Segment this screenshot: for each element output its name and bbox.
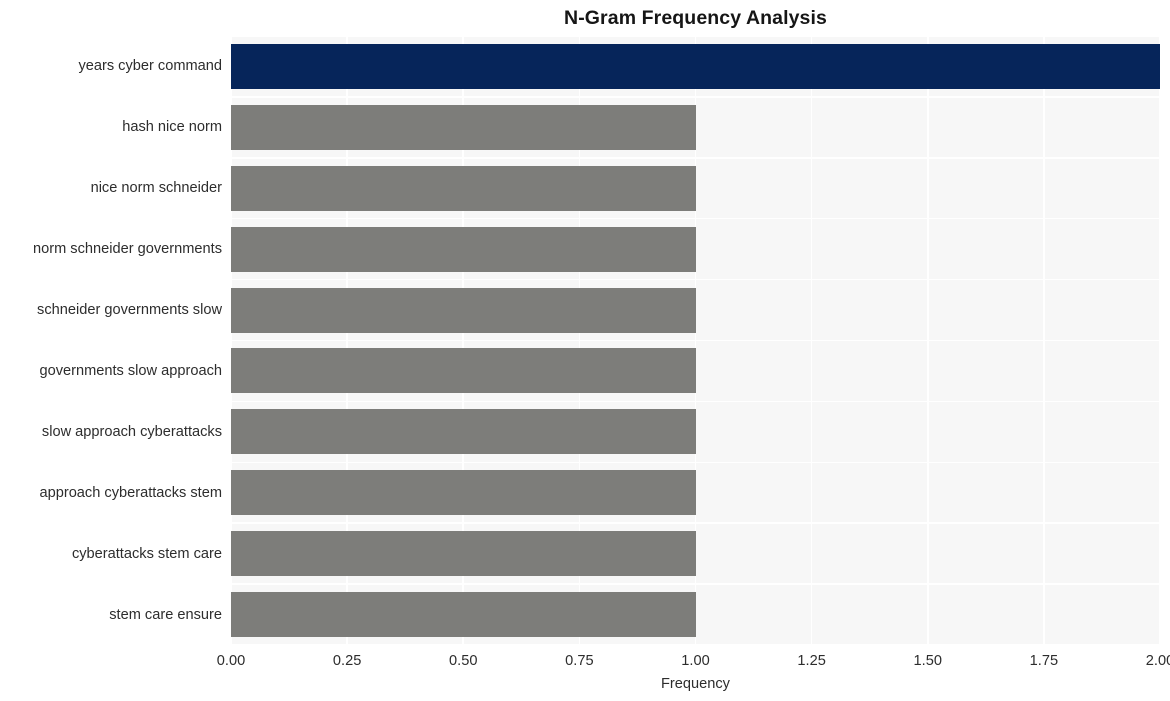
gridline-y-4 bbox=[231, 278, 1160, 281]
gridline-y-3 bbox=[231, 217, 1160, 220]
x-tick-label: 0.00 bbox=[216, 653, 246, 669]
y-tick-label: slow approach cyberattacks bbox=[41, 423, 222, 440]
bar bbox=[231, 348, 696, 394]
y-axis-tick-labels: years cyber command hash nice norm nice no… bbox=[0, 36, 222, 645]
gridline-y-0 bbox=[231, 36, 1160, 37]
gridline-y-1 bbox=[231, 96, 1160, 98]
bar bbox=[231, 409, 696, 455]
y-tick-label: cyberattacks stem care bbox=[71, 545, 222, 562]
x-tick-label: 1.25 bbox=[797, 653, 826, 669]
y-tick-label: governments slow approach bbox=[39, 362, 222, 379]
y-tick-label: approach cyberattacks stem bbox=[39, 484, 222, 501]
x-tick-label: 2.00 bbox=[1145, 653, 1170, 669]
x-axis-tick-labels: 0.00 0.25 0.50 0.75 1.00 1.25 1.50 1.75 2.00 bbox=[0, 652, 1170, 674]
gridline-y-10 bbox=[231, 644, 1160, 645]
gridline-y-8 bbox=[231, 522, 1160, 524]
y-tick-label: norm schneider governments bbox=[33, 241, 222, 258]
x-tick-label: 0.50 bbox=[449, 653, 478, 669]
x-tick-label: 1.00 bbox=[681, 653, 710, 669]
chart-figure: N-Gram Frequency Analysis years cyber co… bbox=[0, 0, 1170, 701]
bar bbox=[231, 165, 696, 211]
y-tick-label: years cyber command bbox=[78, 58, 222, 75]
x-tick-label: 0.75 bbox=[565, 653, 594, 669]
y-tick-label: hash nice norm bbox=[122, 119, 222, 136]
gridline-y-9 bbox=[231, 583, 1160, 585]
x-tick-label: 0.25 bbox=[332, 653, 362, 669]
bar bbox=[231, 287, 696, 333]
bar bbox=[231, 43, 1160, 89]
gridline-y-6 bbox=[231, 400, 1160, 403]
bar bbox=[231, 470, 696, 516]
bar bbox=[231, 226, 696, 272]
plot-area bbox=[231, 36, 1160, 645]
bar bbox=[231, 592, 696, 638]
x-tick-label: 1.50 bbox=[913, 653, 942, 669]
bar bbox=[231, 531, 696, 577]
gridline-y-5 bbox=[231, 339, 1160, 342]
x-tick-label: 1.75 bbox=[1029, 653, 1059, 669]
x-axis-title: Frequency bbox=[661, 676, 730, 692]
y-tick-label: schneider governments slow bbox=[37, 302, 222, 319]
gridline-y-2 bbox=[231, 157, 1160, 159]
y-tick-label: nice norm schneider bbox=[90, 180, 222, 197]
gridline-y-7 bbox=[231, 461, 1160, 464]
chart-title: N-Gram Frequency Analysis bbox=[564, 7, 827, 29]
bar bbox=[231, 104, 696, 150]
y-tick-label: stem care ensure bbox=[109, 606, 222, 623]
